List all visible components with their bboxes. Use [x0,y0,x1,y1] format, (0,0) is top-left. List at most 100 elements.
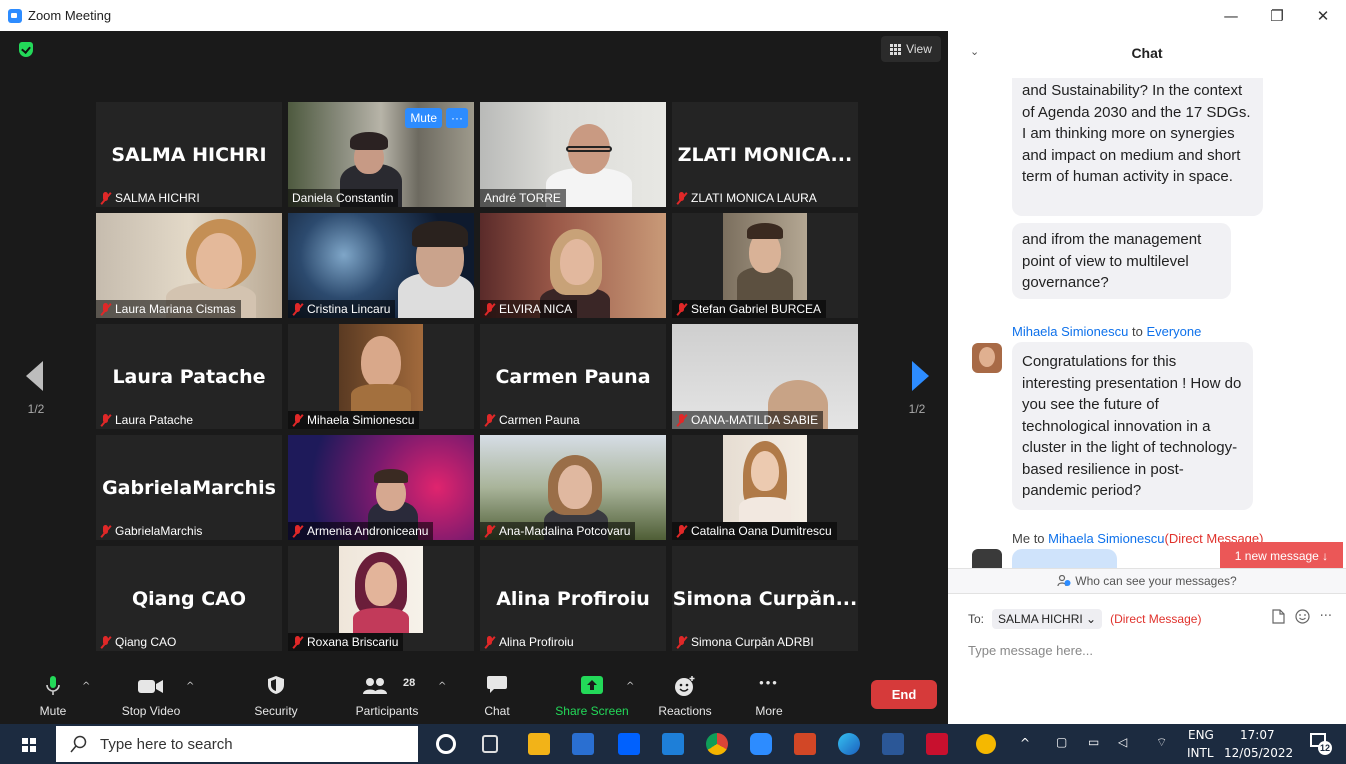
mic-muted-icon [484,635,495,649]
tray-chevron-icon[interactable]: ^ [1020,736,1030,750]
mic-muted-icon [484,413,495,427]
wifi-icon[interactable]: ⌔ [1156,735,1167,750]
participant-tile[interactable]: Stefan Gabriel BURCEA [672,213,858,318]
participant-tile[interactable]: Cristina Lincaru [288,213,474,318]
edge-icon[interactable] [838,733,860,755]
participants-button[interactable]: 28 Participants [346,667,428,724]
taskbar-search-box[interactable]: Type here to search [56,726,418,762]
participant-tile[interactable]: OANA-MATILDA SABIE [672,324,858,429]
weather-icon[interactable] [976,734,996,754]
next-page-arrow-icon[interactable] [912,361,929,391]
mic-muted-icon [484,302,495,316]
participant-big-name: Qiang CAO [131,588,247,610]
participant-mute-button[interactable]: Mute [405,108,442,128]
mcafee-icon[interactable] [926,733,948,755]
participant-tile[interactable]: Roxana Briscariu [288,546,474,651]
emoji-icon[interactable] [1294,609,1310,624]
encryption-shield-icon[interactable] [19,42,33,57]
prev-page-arrow-icon[interactable] [26,361,43,391]
more-button[interactable]: ••• More [746,667,792,724]
reactions-button[interactable]: Reactions [652,667,718,724]
clock-time[interactable]: 17:07 [1240,728,1275,742]
video-options-caret-icon[interactable]: ^ [186,681,194,692]
audio-options-caret-icon[interactable]: ^ [82,681,90,692]
view-button[interactable]: View [881,36,941,62]
close-button[interactable]: ✕ [1300,0,1346,31]
word-icon[interactable] [882,733,904,755]
sender-avatar [972,343,1002,373]
participant-more-button[interactable]: ··· [446,108,468,128]
participant-tile[interactable]: ELVIRA NICA [480,213,666,318]
mail-icon[interactable] [662,733,684,755]
participant-tile[interactable]: Qiang CAO Qiang CAO [96,546,282,651]
notification-center-icon[interactable]: 12 [1310,733,1332,755]
cortana-icon[interactable] [436,734,456,754]
who-can-see-link[interactable]: Who can see your messages? [948,568,1346,594]
participant-tile[interactable]: GabrielaMarchis GabrielaMarchis [96,435,282,540]
minimize-button[interactable]: — [1208,0,1254,31]
participant-tile[interactable]: Armenia Andronicеanu [288,435,474,540]
participant-tile[interactable]: Mihaela Simionescu [288,324,474,429]
chat-label: Chat [484,704,510,718]
participant-tile[interactable]: ZLATI MONICA... ZLATI MONICA LAURA [672,102,858,207]
participant-tile-active[interactable]: Mute ··· Daniela Constantin [288,102,474,207]
file-icon[interactable] [1271,609,1285,624]
participant-tile[interactable]: SALMA HICHRI SALMA HICHRI [96,102,282,207]
zoom-taskbar-icon[interactable] [750,733,772,755]
share-options-caret-icon[interactable]: ^ [626,681,634,692]
participant-name: Daniela Constantin [292,191,394,205]
share-screen-button[interactable]: Share Screen [550,667,634,724]
powerpoint-icon[interactable] [794,733,816,755]
mic-muted-icon [292,413,303,427]
more-label: More [755,704,783,718]
new-message-button[interactable]: 1 new message ↓ [1220,542,1343,569]
mic-muted-icon [100,302,111,316]
window-title: Zoom Meeting [28,8,112,23]
end-meeting-button[interactable]: End [871,680,937,709]
file-explorer-icon[interactable] [528,733,550,755]
language-indicator[interactable]: ENG [1188,728,1214,742]
participant-name: Ana-Madalina Potcovaru [499,524,631,538]
onedrive-icon[interactable]: ▢ [1056,735,1067,749]
windows-start-icon[interactable] [22,738,36,752]
participant-label: GabrielaMarchis [96,522,207,540]
chat-recipient-name[interactable]: Mihaela Simionescu [1048,531,1164,546]
maximize-button[interactable]: ❐ [1254,0,1300,31]
participant-tile[interactable]: Laura Mariana Cismas [96,213,282,318]
participant-tile[interactable]: André TORRE [480,102,666,207]
participant-name: Laura Patache [115,413,194,427]
participant-label: Armenia Andronicеanu [288,522,434,540]
participant-tile[interactable]: Laura Patache Laura Patache [96,324,282,429]
volume-icon[interactable]: ◁ [1118,735,1127,749]
participant-tile[interactable]: Catalina Oana Dumitrescu [672,435,858,540]
clock-date[interactable]: 12/05/2022 [1224,746,1293,760]
page-indicator-left: 1/2 [27,402,45,416]
participant-big-name: ZLATI MONICA... [677,144,853,166]
participant-label: Simona Curpăn ADRBI [672,633,819,651]
participant-name: ELVIRA NICA [499,302,573,316]
keyboard-layout-indicator[interactable]: INTL [1187,746,1214,760]
participant-tile[interactable]: Ana-Madalina Potcovaru [480,435,666,540]
chat-button[interactable]: Chat [472,667,522,724]
chat-message-input[interactable]: Type message here... [968,643,1093,658]
battery-icon[interactable]: ▭ [1088,735,1099,749]
more-options-icon[interactable]: ··· [1320,609,1332,624]
microsoft-store-icon[interactable] [572,733,594,755]
participant-tile[interactable]: Alina Profiroiu Alina Profiroiu [480,546,666,651]
chat-sender-name[interactable]: Mihaela Simionescu [1012,324,1128,339]
mic-muted-icon [676,635,687,649]
participant-name: Stefan Gabriel BURCEA [691,302,822,316]
participant-tile[interactable]: Carmen Pauna Carmen Pauna [480,324,666,429]
task-view-icon[interactable] [482,735,498,753]
chrome-icon[interactable] [706,733,728,755]
window-titlebar: Zoom Meeting — ❐ ✕ [0,0,1346,31]
dropbox-icon[interactable] [618,733,640,755]
security-button[interactable]: Security [246,667,306,724]
stop-video-button[interactable]: Stop Video [112,667,190,724]
participants-caret-icon[interactable]: ^ [438,681,446,692]
chat-message-bubble: and Sustainability? In the context of Ag… [1012,78,1263,216]
recipient-dropdown[interactable]: SALMA HICHRI ⌄ [992,609,1103,629]
participant-big-name: SALMA HICHRI [111,144,267,166]
participant-tile[interactable]: Simona Curpăn... Simona Curpăn ADRBI [672,546,858,651]
mute-button[interactable]: Mute [28,667,78,724]
